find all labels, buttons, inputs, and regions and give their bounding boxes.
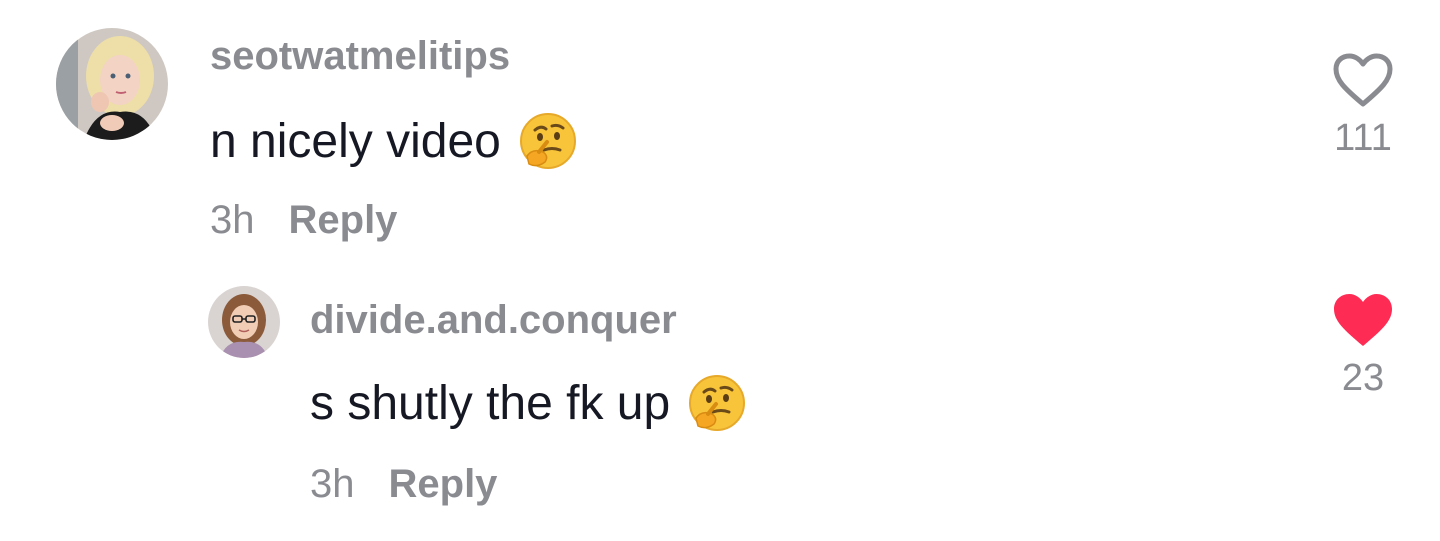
avatar[interactable]	[208, 286, 280, 358]
timestamp: 3h	[310, 462, 355, 506]
like-button[interactable]: 23	[1318, 292, 1408, 400]
comment-item: seotwatmelitips n nicely video 3h Reply	[0, 0, 1440, 270]
like-button[interactable]: 111	[1318, 52, 1408, 160]
reply-item: divide.and.conquer s shutly the fk up 3h…	[0, 270, 1440, 541]
username[interactable]: seotwatmelitips	[210, 34, 510, 79]
comment-text: s shutly the fk up	[310, 374, 746, 432]
comment-text: n nicely video	[210, 112, 577, 170]
like-count: 23	[1341, 357, 1385, 399]
comment-meta: 3h Reply	[210, 198, 397, 243]
thinking-face-emoji-icon	[519, 112, 577, 170]
avatar[interactable]	[56, 28, 168, 140]
timestamp: 3h	[210, 198, 255, 242]
comment-body: s shutly the fk up	[310, 376, 671, 430]
reply-button[interactable]: Reply	[389, 462, 498, 507]
reply-button[interactable]: Reply	[289, 198, 398, 243]
comment-body: n nicely video	[210, 114, 501, 168]
comment-meta: 3h Reply	[310, 462, 497, 507]
thinking-face-emoji-icon	[688, 374, 746, 432]
like-count: 111	[1334, 117, 1392, 159]
heart-outline-icon[interactable]	[1332, 52, 1394, 113]
username[interactable]: divide.and.conquer	[310, 298, 677, 343]
heart-filled-icon[interactable]	[1332, 292, 1394, 353]
